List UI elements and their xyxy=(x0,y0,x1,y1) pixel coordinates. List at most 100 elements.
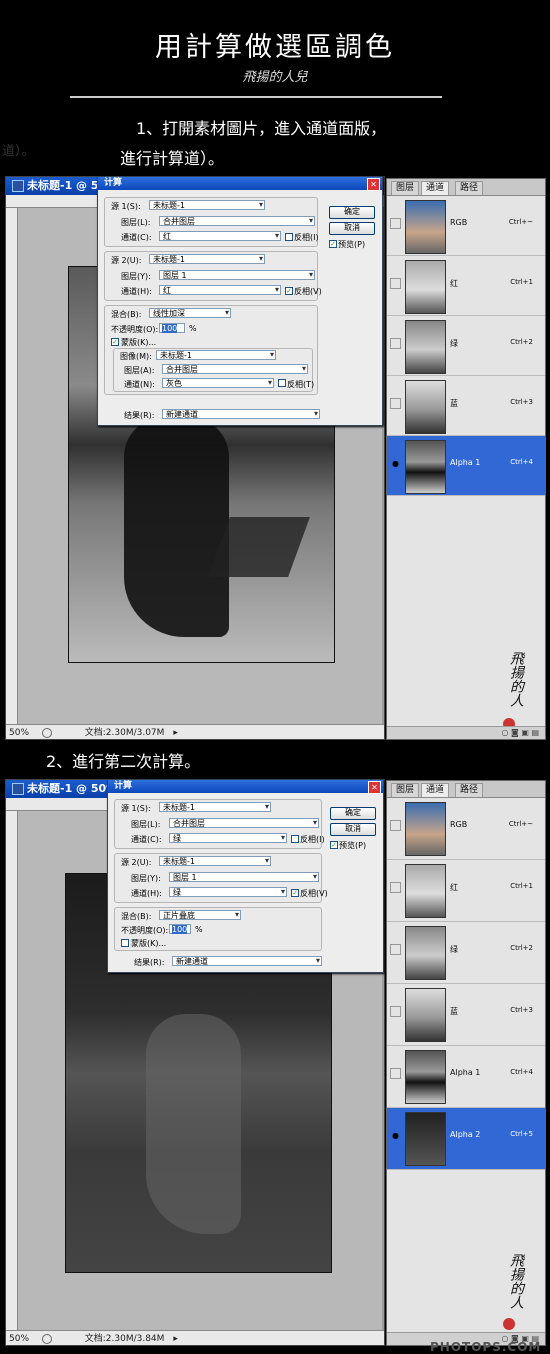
channel-row-green[interactable]: 绿 Ctrl+2 xyxy=(387,316,545,376)
vertical-ruler[interactable] xyxy=(6,811,18,1330)
channels-panel-2[interactable]: 图层 通道 路径 RGB Ctrl+~ 红 Ctrl+1 绿 Ctrl+2 蓝 … xyxy=(386,780,546,1346)
cancel-button[interactable]: 取消 xyxy=(330,823,376,836)
layer2-select[interactable]: 图层 1 xyxy=(159,270,315,280)
channel-row-alpha1[interactable]: ● Alpha 1 Ctrl+4 xyxy=(387,436,545,496)
calculations-dialog-1[interactable]: 计算 ✕ 源 1(S): 未标题-1 图层(L): 合并图层 通道(C): 红 … xyxy=(97,176,383,426)
ok-button[interactable]: 确定 xyxy=(330,807,376,820)
zoom-level[interactable]: 50% xyxy=(6,1334,39,1344)
channel2-select[interactable]: 绿 xyxy=(169,887,287,897)
panel-tabs: 图层 通道 路径 xyxy=(387,781,545,798)
channel-shortcut: Ctrl+4 xyxy=(510,1068,533,1076)
status-icon[interactable] xyxy=(41,727,52,738)
mask-layer-select[interactable]: 合并图层 xyxy=(162,364,308,374)
ok-button[interactable]: 确定 xyxy=(329,206,375,219)
page-title: 用計算做選區調色 xyxy=(155,32,395,63)
result-select[interactable]: 新建通道 xyxy=(162,409,320,419)
channel2-label: 通道(H): xyxy=(131,889,162,898)
status-icon[interactable] xyxy=(41,1333,52,1344)
document-size: 文档:2.30M/3.07M xyxy=(84,728,165,738)
eye-icon[interactable]: ● xyxy=(390,458,401,469)
invert1-checkbox[interactable] xyxy=(285,233,293,241)
layer1-label: 图层(L): xyxy=(121,218,151,227)
channel-row-red[interactable]: 红 Ctrl+1 xyxy=(387,860,545,922)
tab-channels[interactable]: 通道 xyxy=(421,783,450,797)
status-arrow-icon[interactable]: ▸ xyxy=(173,1334,178,1344)
dialog-titlebar[interactable]: 计算 xyxy=(108,780,383,793)
layer2-select[interactable]: 图层 1 xyxy=(169,872,319,882)
tab-layers[interactable]: 图层 xyxy=(391,783,420,797)
layer1-select[interactable]: 合并图层 xyxy=(159,216,315,226)
channel-row-alpha1[interactable]: Alpha 1 Ctrl+4 xyxy=(387,1046,545,1108)
channel-name: 红 xyxy=(450,883,458,892)
channel-row-alpha2[interactable]: ● Alpha 2 Ctrl+5 xyxy=(387,1108,545,1170)
visibility-toggle[interactable] xyxy=(390,1006,401,1017)
mask-checkbox[interactable]: ✓ xyxy=(111,338,119,346)
preview-checkbox[interactable]: ✓ xyxy=(329,240,337,248)
status-bar: 50% 文档:2.30M/3.07M ▸ xyxy=(6,724,384,739)
source1-select[interactable]: 未标题-1 xyxy=(159,802,271,812)
invert1-checkbox[interactable] xyxy=(291,835,299,843)
source2-label: 源 2(U): xyxy=(111,256,142,265)
tab-paths[interactable]: 路径 xyxy=(455,783,484,797)
channel-row-blue[interactable]: 蓝 Ctrl+3 xyxy=(387,376,545,436)
channels-panel-1[interactable]: 图层 通道 路径 RGB Ctrl+~ 红 Ctrl+1 绿 Ctrl+2 蓝 … xyxy=(386,178,546,740)
visibility-toggle[interactable] xyxy=(390,338,401,349)
status-arrow-icon[interactable]: ▸ xyxy=(173,728,178,738)
load-selection-icon[interactable]: ○ xyxy=(501,728,508,737)
visibility-toggle[interactable] xyxy=(390,944,401,955)
result-select[interactable]: 新建通道 xyxy=(172,956,322,966)
tab-layers[interactable]: 图层 xyxy=(391,181,420,195)
delete-channel-icon[interactable]: ▤ xyxy=(531,728,539,737)
calculations-dialog-2[interactable]: 计算 ✕ 源 1(S): 未标题-1 图层(L): 合并图层 通道(C): 绿 … xyxy=(107,779,384,973)
channel2-select[interactable]: 红 xyxy=(159,285,281,295)
eye-icon[interactable]: ● xyxy=(390,1130,401,1141)
tab-channels[interactable]: 通道 xyxy=(421,181,450,195)
blend-select[interactable]: 正片叠底 xyxy=(159,910,241,920)
source2-select[interactable]: 未标题-1 xyxy=(149,254,265,264)
blend-select[interactable]: 线性加深 xyxy=(149,308,231,318)
close-icon[interactable]: ✕ xyxy=(368,781,381,794)
visibility-toggle[interactable] xyxy=(390,882,401,893)
channel-row-green[interactable]: 绿 Ctrl+2 xyxy=(387,922,545,984)
channel1-select[interactable]: 红 xyxy=(159,231,281,241)
channel-thumbnail xyxy=(405,1050,446,1104)
visibility-toggle[interactable] xyxy=(390,1068,401,1079)
layer1-label: 图层(L): xyxy=(131,820,161,829)
new-channel-icon[interactable]: ▣ xyxy=(521,728,529,737)
dialog-titlebar[interactable]: 计算 xyxy=(98,177,382,190)
layer1-select[interactable]: 合并图层 xyxy=(169,818,319,828)
channel-row-rgb[interactable]: RGB Ctrl+~ xyxy=(387,798,545,860)
close-icon[interactable]: ✕ xyxy=(367,178,380,191)
source2-group: 源 2(U): 未标题-1 图层(Y): 图层 1 通道(H): 绿 ✓ 反相(… xyxy=(114,853,328,903)
save-selection-icon[interactable]: ◙ xyxy=(511,728,519,737)
channel-row-red[interactable]: 红 Ctrl+1 xyxy=(387,256,545,316)
mask-invert-label: 反相(T) xyxy=(287,380,315,389)
mask-invert-checkbox[interactable] xyxy=(278,379,286,387)
visibility-toggle[interactable] xyxy=(390,218,401,229)
channel-row-rgb[interactable]: RGB Ctrl+~ xyxy=(387,196,545,256)
photoshop-icon xyxy=(12,783,24,795)
tab-paths[interactable]: 路径 xyxy=(455,181,484,195)
mask-subgroup: 图像(M): 未标题-1 图层(A): 合并图层 通道(N): 灰色 反相(T) xyxy=(113,348,315,392)
channel-thumbnail xyxy=(405,988,446,1042)
opacity-input[interactable]: 100 xyxy=(169,924,191,934)
preview-checkbox[interactable]: ✓ xyxy=(330,841,338,849)
channel-thumbnail xyxy=(405,926,446,980)
invert2-checkbox[interactable]: ✓ xyxy=(285,287,293,295)
zoom-level[interactable]: 50% xyxy=(6,728,39,738)
invert2-checkbox[interactable]: ✓ xyxy=(291,889,299,897)
channel-row-blue[interactable]: 蓝 Ctrl+3 xyxy=(387,984,545,1046)
visibility-toggle[interactable] xyxy=(390,820,401,831)
mask-image-select[interactable]: 未标题-1 xyxy=(156,350,276,360)
vertical-ruler[interactable] xyxy=(6,208,18,724)
cancel-button[interactable]: 取消 xyxy=(329,222,375,235)
visibility-toggle[interactable] xyxy=(390,278,401,289)
source1-select[interactable]: 未标题-1 xyxy=(149,200,265,210)
source2-select[interactable]: 未标题-1 xyxy=(159,856,271,866)
visibility-toggle[interactable] xyxy=(390,398,401,409)
opacity-input[interactable]: 100 xyxy=(159,323,185,333)
mask-channel-select[interactable]: 灰色 xyxy=(162,378,274,388)
channel1-select[interactable]: 绿 xyxy=(169,833,287,843)
mask-checkbox[interactable] xyxy=(121,939,129,947)
channel-shortcut: Ctrl+1 xyxy=(510,882,533,890)
